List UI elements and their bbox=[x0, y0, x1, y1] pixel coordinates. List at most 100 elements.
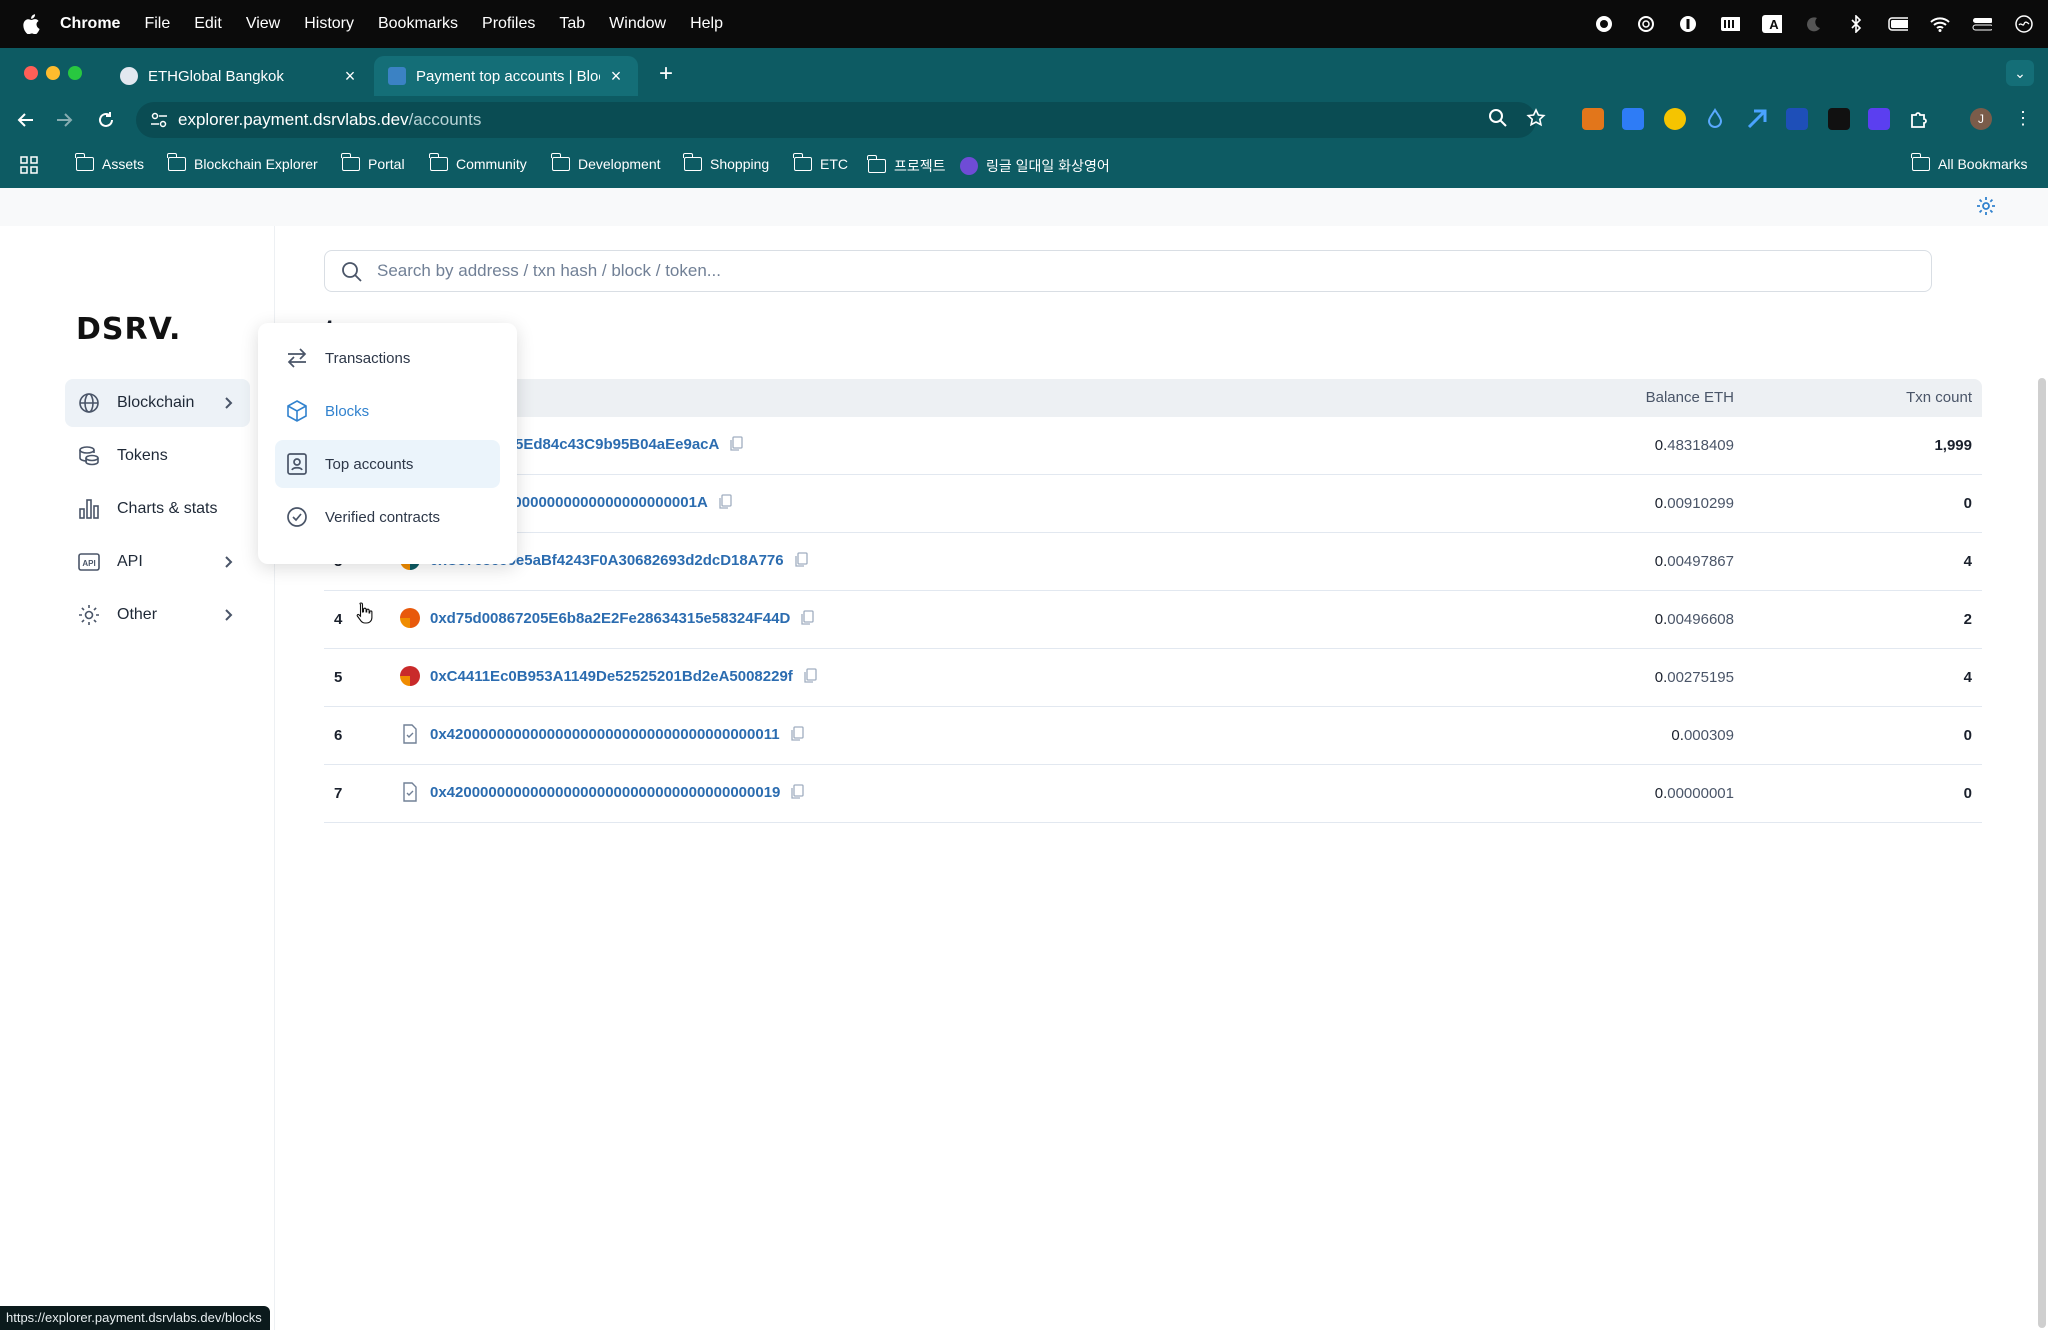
menu-window[interactable]: Window bbox=[609, 15, 666, 33]
n-extension-icon[interactable] bbox=[1664, 108, 1686, 130]
window-close-button[interactable] bbox=[24, 66, 38, 80]
address-link[interactable]: 0x42000000000000000000000000000000000000… bbox=[430, 784, 780, 801]
address-link[interactable]: 0x42000000000000000000000000000000000000… bbox=[430, 726, 780, 743]
address-cell: 0x42000000000000000000000000000000000000… bbox=[400, 782, 805, 802]
search-icon bbox=[342, 262, 362, 282]
bookmark-folder[interactable]: Blockchain Explorer bbox=[167, 153, 318, 172]
new-tab-button[interactable]: + bbox=[652, 60, 680, 88]
bookmark-link[interactable]: 링글 일대일 화상영어 bbox=[960, 156, 1110, 176]
balance-fraction: 00275195 bbox=[1667, 669, 1734, 686]
extensions-puzzle-icon[interactable] bbox=[1908, 108, 1930, 130]
status-bar-url: https://explorer.payment.dsrvlabs.dev/bl… bbox=[0, 1306, 270, 1330]
txn-count-cell: 0 bbox=[1963, 495, 1972, 512]
menu-view[interactable]: View bbox=[246, 15, 280, 33]
copy-icon[interactable] bbox=[729, 436, 744, 452]
menu-app-chrome[interactable]: Chrome bbox=[60, 15, 120, 33]
submenu-item-top-accounts[interactable]: Top accounts bbox=[275, 440, 500, 488]
all-bookmarks-folder[interactable]: All Bookmarks bbox=[1911, 153, 2027, 172]
menu-profiles[interactable]: Profiles bbox=[482, 15, 535, 33]
menu-bookmarks[interactable]: Bookmarks bbox=[378, 15, 458, 33]
menu-history[interactable]: History bbox=[304, 15, 354, 33]
bookmark-folder[interactable]: Community bbox=[429, 153, 527, 172]
apple-icon[interactable] bbox=[22, 14, 40, 34]
metamask-extension-icon[interactable] bbox=[1582, 108, 1604, 130]
settings-gear-icon[interactable] bbox=[1976, 196, 1996, 216]
menu-file[interactable]: File bbox=[144, 15, 170, 33]
page-scrollbar[interactable] bbox=[2038, 378, 2046, 1328]
bookmark-label: Community bbox=[456, 156, 527, 172]
drop-extension-icon[interactable] bbox=[1704, 108, 1726, 130]
control-center-icon[interactable] bbox=[1972, 14, 1992, 34]
battery-icon[interactable] bbox=[1888, 14, 1908, 34]
tab-search-button[interactable]: ⌄ bbox=[2006, 60, 2034, 86]
sidebar-item-charts-stats[interactable]: Charts & stats bbox=[65, 485, 250, 533]
s-extension-icon[interactable] bbox=[1828, 108, 1850, 130]
openai-icon[interactable] bbox=[1636, 14, 1656, 34]
copy-icon[interactable] bbox=[790, 784, 805, 800]
txn-count-cell: 4 bbox=[1963, 553, 1972, 570]
sidebar-item-api[interactable]: API API bbox=[65, 538, 250, 586]
bookmark-folder[interactable]: Shopping bbox=[683, 153, 769, 172]
table-row: 7 0x4200000000000000000000000000000000000… bbox=[324, 765, 1982, 823]
apps-grid-icon[interactable] bbox=[20, 156, 38, 174]
square-extension-icon[interactable] bbox=[1786, 108, 1808, 130]
bluetooth-icon[interactable] bbox=[1846, 14, 1866, 34]
balance-fraction: 000309 bbox=[1683, 727, 1734, 744]
back-icon[interactable] bbox=[14, 108, 38, 132]
reload-icon[interactable] bbox=[94, 108, 118, 132]
bookmark-folder[interactable]: ETC bbox=[793, 153, 848, 172]
siri-icon[interactable] bbox=[2014, 14, 2034, 34]
profile-avatar[interactable]: J bbox=[1970, 108, 1992, 130]
menu-help[interactable]: Help bbox=[690, 15, 723, 33]
macos-menu-bar: Chrome File Edit View History Bookmarks … bbox=[0, 0, 2048, 48]
moon-icon[interactable] bbox=[1804, 14, 1824, 34]
bookmark-folder[interactable]: 프로젝트 bbox=[867, 155, 946, 176]
sidebar-item-blockchain[interactable]: Blockchain bbox=[65, 379, 250, 427]
bookmark-folder[interactable]: Assets bbox=[75, 153, 144, 172]
window-zoom-button[interactable] bbox=[68, 66, 82, 80]
address-link[interactable]: 0xC4411Ec0B953A1149De52525201Bd2eA500822… bbox=[430, 668, 793, 685]
more-menu-icon[interactable]: ⋮ bbox=[2012, 108, 2034, 130]
submenu-item-transactions[interactable]: Transactions bbox=[275, 334, 500, 382]
purple-extension-icon[interactable] bbox=[1868, 108, 1890, 130]
balance-integer: 0. bbox=[1654, 611, 1668, 628]
k-extension-icon[interactable] bbox=[1622, 108, 1644, 130]
dsrv-logo[interactable]: DSRV. bbox=[76, 312, 181, 347]
battery-meter-icon[interactable] bbox=[1720, 14, 1740, 34]
submenu-item-verified-contracts[interactable]: Verified contracts bbox=[275, 493, 500, 541]
tab-ethglobal[interactable]: ETHGlobal Bangkok × bbox=[106, 56, 372, 96]
copy-icon[interactable] bbox=[794, 552, 808, 568]
sidebar-item-other[interactable]: Other bbox=[65, 591, 250, 639]
folder-icon bbox=[867, 155, 886, 173]
menu-edit[interactable]: Edit bbox=[194, 15, 222, 33]
copy-icon[interactable] bbox=[803, 668, 817, 684]
menu-tab[interactable]: Tab bbox=[559, 15, 585, 33]
site-settings-icon[interactable] bbox=[150, 111, 168, 129]
wifi-icon[interactable] bbox=[1930, 14, 1950, 34]
globe-icon bbox=[79, 393, 99, 413]
forward-icon[interactable] bbox=[52, 108, 76, 132]
bookmark-folder[interactable]: Portal bbox=[341, 153, 405, 172]
bookmark-folder[interactable]: Development bbox=[551, 153, 661, 172]
column-header-balance: Balance ETH bbox=[1645, 389, 1734, 406]
tab-payment-top-accounts[interactable]: Payment top accounts | Block × bbox=[374, 56, 638, 96]
address-bar[interactable]: explorer.payment.dsrvlabs.dev/accounts bbox=[136, 102, 1536, 138]
contract-file-icon bbox=[400, 724, 420, 744]
copy-icon[interactable] bbox=[718, 494, 732, 510]
submenu-item-blocks[interactable]: Blocks bbox=[275, 387, 500, 435]
close-icon[interactable]: × bbox=[342, 66, 358, 87]
address-cell: 0xd75d00867205E6b8a2E2Fe28634315e58324F4… bbox=[400, 608, 814, 628]
sidebar-item-tokens[interactable]: Tokens bbox=[65, 432, 250, 480]
search-input[interactable]: Search by address / txn hash / block / t… bbox=[324, 250, 1932, 292]
copy-icon[interactable] bbox=[800, 610, 814, 626]
zoom-icon[interactable] bbox=[1488, 108, 1510, 130]
keyboard-a-icon[interactable]: A bbox=[1762, 14, 1782, 34]
close-icon[interactable]: × bbox=[608, 66, 624, 87]
window-minimize-button[interactable] bbox=[46, 66, 60, 80]
password-icon[interactable] bbox=[1678, 14, 1698, 34]
bookmark-star-icon[interactable] bbox=[1526, 108, 1548, 130]
copy-icon[interactable] bbox=[790, 726, 804, 742]
puzzle-blue-extension-icon[interactable] bbox=[1746, 108, 1768, 130]
address-link[interactable]: 0xd75d00867205E6b8a2E2Fe28634315e58324F4… bbox=[430, 610, 790, 627]
record-icon[interactable] bbox=[1594, 14, 1614, 34]
